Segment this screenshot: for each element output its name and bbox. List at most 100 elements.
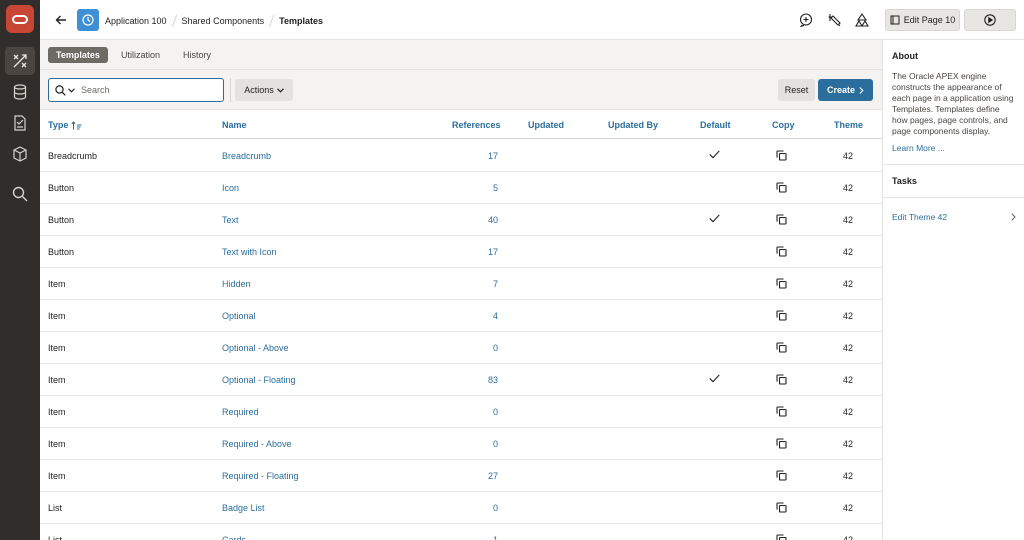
cell-name-link[interactable]: Optional - Floating [222, 375, 296, 385]
cell-theme: 42 [842, 311, 853, 321]
copy-icon[interactable] [776, 214, 787, 227]
tab-utilization[interactable]: Utilization [113, 47, 168, 63]
cell-name-link[interactable]: Hidden [222, 279, 251, 289]
cell-type: Item [48, 343, 66, 353]
copy-icon[interactable] [776, 246, 787, 259]
reset-button[interactable]: Reset [778, 79, 815, 101]
table-row: Item Required - Floating 27 42 [40, 460, 882, 492]
cell-theme: 42 [842, 471, 853, 481]
cell-name-link[interactable]: Required [222, 407, 259, 417]
column-header-type[interactable]: Type [48, 120, 82, 130]
cell-name-link[interactable]: Optional - Above [222, 343, 289, 353]
sort-ascending-icon [71, 120, 82, 129]
column-header-default[interactable]: Default [700, 120, 731, 130]
comments-icon[interactable] [797, 11, 815, 29]
copy-icon[interactable] [776, 502, 787, 515]
cell-references-link[interactable]: 1 [458, 535, 498, 540]
column-header-copy[interactable]: Copy [772, 120, 795, 130]
cell-name-link[interactable]: Required - Floating [222, 471, 299, 481]
cell-references-link[interactable]: 0 [458, 407, 498, 417]
cell-name-link[interactable]: Cards [222, 535, 246, 540]
default-check-icon [709, 374, 720, 385]
cell-theme: 42 [842, 439, 853, 449]
team-development-icon[interactable] [5, 109, 35, 137]
copy-icon[interactable] [776, 438, 787, 451]
table-row: Item Optional - Floating 83 42 [40, 364, 882, 396]
cell-references-link[interactable]: 0 [458, 343, 498, 353]
copy-icon[interactable] [776, 470, 787, 483]
copy-icon[interactable] [776, 278, 787, 291]
team-icon[interactable] [853, 11, 871, 29]
column-header-name[interactable]: Name [222, 120, 247, 130]
copy-icon[interactable] [776, 182, 787, 195]
cell-name-link[interactable]: Optional [222, 311, 256, 321]
play-icon [984, 14, 996, 26]
cell-references-link[interactable]: 17 [458, 247, 498, 257]
oracle-logo-icon[interactable] [6, 5, 34, 33]
cell-type: Item [48, 471, 66, 481]
cell-references-link[interactable]: 0 [458, 439, 498, 449]
cell-theme: 42 [842, 503, 853, 513]
column-header-theme[interactable]: Theme [834, 120, 863, 130]
back-arrow-icon[interactable] [52, 11, 70, 29]
copy-icon[interactable] [776, 342, 787, 355]
grid-header: Type Name References Updated Updated By … [40, 110, 882, 139]
application-icon[interactable] [77, 9, 99, 31]
column-header-updated[interactable]: Updated [528, 120, 564, 130]
cell-name-link[interactable]: Icon [222, 183, 239, 193]
breadcrumb: Application 100 Shared Components Templa… [105, 15, 323, 27]
breadcrumb-application[interactable]: Application 100 [105, 16, 167, 26]
cell-references-link[interactable]: 0 [458, 503, 498, 513]
cell-theme: 42 [842, 247, 853, 257]
copy-icon[interactable] [776, 406, 787, 419]
default-check-icon [709, 214, 720, 225]
cell-references-link[interactable]: 7 [458, 279, 498, 289]
column-header-references[interactable]: References [452, 120, 501, 130]
cell-references-link[interactable]: 17 [458, 151, 498, 161]
app-builder-icon[interactable] [5, 47, 35, 75]
breadcrumb-shared-components[interactable]: Shared Components [182, 16, 265, 26]
sql-workshop-icon[interactable] [5, 78, 35, 106]
column-header-updated-by[interactable]: Updated By [608, 120, 658, 130]
gallery-icon[interactable] [5, 140, 35, 168]
cell-type: List [48, 535, 63, 540]
run-page-button[interactable] [964, 9, 1016, 31]
copy-icon[interactable] [776, 374, 787, 387]
actions-menu-button[interactable]: Actions [235, 79, 293, 101]
search-icon[interactable] [5, 180, 35, 208]
cell-references-link[interactable]: 4 [458, 311, 498, 321]
cell-type: Breadcrumb [48, 151, 98, 161]
table-row: Item Optional - Above 0 42 [40, 332, 882, 364]
table-row: Item Optional 4 42 [40, 300, 882, 332]
cell-name-link[interactable]: Text with Icon [222, 247, 277, 257]
cell-references-link[interactable]: 5 [458, 183, 498, 193]
copy-icon[interactable] [776, 150, 787, 163]
cell-references-link[interactable]: 40 [458, 215, 498, 225]
cell-references-link[interactable]: 83 [458, 375, 498, 385]
chevron-down-icon [68, 87, 75, 93]
tab-history[interactable]: History [175, 47, 219, 63]
create-button[interactable]: Create [818, 79, 873, 101]
edit-page-button[interactable]: Edit Page 10 [885, 9, 960, 31]
copy-icon[interactable] [776, 534, 787, 540]
copy-icon[interactable] [776, 310, 787, 323]
cell-name-link[interactable]: Breadcrumb [222, 151, 271, 161]
cell-name-link[interactable]: Required - Above [222, 439, 292, 449]
cell-type: Button [48, 247, 75, 257]
templates-grid: Breadcrumb Breadcrumb 17 42 Button Icon 5 42 But… [40, 140, 882, 540]
cell-name-link[interactable]: Text [222, 215, 239, 225]
default-check-icon [709, 150, 720, 161]
tab-templates[interactable]: Templates [48, 47, 108, 63]
cell-name-link[interactable]: Badge List [222, 503, 265, 513]
search-box[interactable] [48, 78, 224, 102]
shared-components-icon[interactable] [825, 11, 843, 29]
learn-more-link[interactable]: Learn More ... [892, 143, 1024, 153]
breadcrumb-current: Templates [279, 16, 323, 26]
search-column-selector[interactable] [55, 84, 75, 96]
cell-references-link[interactable]: 27 [458, 471, 498, 481]
right-side-panel: About The Oracle APEX engine constructs … [882, 40, 1024, 540]
edit-page-label: Edit Page 10 [903, 15, 956, 25]
search-input[interactable] [81, 85, 201, 95]
task-edit-theme[interactable]: Edit Theme 42 [892, 212, 1016, 222]
cell-theme: 42 [842, 183, 853, 193]
